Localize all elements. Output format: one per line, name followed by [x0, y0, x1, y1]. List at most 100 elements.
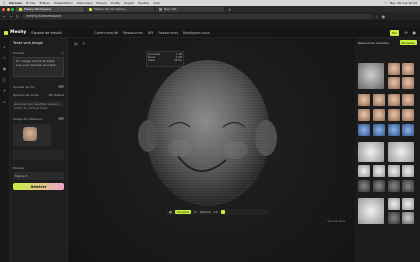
menu-item-historique[interactable]: Historique	[77, 1, 92, 5]
asset-thumb-object[interactable]	[402, 180, 414, 192]
workspace-selector[interactable]: Espace de travail	[31, 31, 89, 35]
menu-item-fichier[interactable]: Fichier	[26, 1, 36, 5]
asset-thumb-blue[interactable]	[402, 124, 414, 136]
texture-mode-button[interactable]: Texture	[200, 210, 211, 214]
app-header: Meshy Espace de travail Communauté Resso…	[0, 28, 420, 38]
ai-toggle[interactable]	[58, 85, 64, 88]
browser-tab-gallery[interactable]: Meshy 3D Art Gallery	[86, 6, 154, 12]
baby-face-model	[138, 60, 277, 206]
asset-thumb-face[interactable]	[358, 94, 370, 106]
asset-thumb-object[interactable]	[388, 180, 400, 192]
asset-thumb-blue[interactable]	[373, 124, 385, 136]
reference-toggle[interactable]	[58, 117, 64, 120]
animate-icon[interactable]: ✦	[3, 88, 6, 93]
text-to-3d-icon[interactable]: ◇	[3, 55, 6, 60]
asset-thumb-object[interactable]	[388, 198, 400, 210]
3d-viewport[interactable]: ▤ ☼ Sommets1,3M Faces2,6M Taille48 Mo	[68, 38, 355, 262]
apply-button[interactable]	[220, 210, 225, 214]
grid-icon[interactable]: ▦	[169, 210, 172, 214]
asset-thumb-face[interactable]	[388, 94, 400, 106]
texture-icon[interactable]: ◫	[3, 77, 7, 82]
wifi-icon[interactable]: ◠	[384, 1, 387, 5]
image-icon[interactable]: ▣	[3, 66, 7, 71]
asset-thumb-face[interactable]	[388, 109, 400, 121]
nav-api[interactable]: API	[148, 31, 154, 35]
asset-thumb-object[interactable]	[402, 198, 414, 210]
asset-thumb-face[interactable]	[402, 94, 414, 106]
menu-item-onglet[interactable]: Onglet	[124, 1, 134, 5]
plan-badge[interactable]: Pro	[390, 29, 399, 36]
asset-thumb-face[interactable]	[402, 63, 414, 75]
reference-image-slot[interactable]	[13, 124, 51, 146]
model-select[interactable]: Meshy-5	[13, 172, 64, 180]
user-avatar[interactable]: ●	[413, 30, 417, 35]
asset-thumb-face[interactable]	[388, 77, 400, 89]
bookmark-star-icon[interactable]: ☆	[375, 14, 379, 19]
tab-label: Meshy Workspace	[24, 7, 52, 11]
minimize-window-button[interactable]	[6, 7, 10, 11]
sculpt-mode-button[interactable]: Sculpter	[174, 210, 192, 214]
menu-app-name[interactable]: Chrome	[9, 1, 22, 5]
meshy-logo-icon	[4, 30, 8, 35]
browser-tab-meshy-workspace[interactable]: Meshy Workspace	[16, 6, 84, 12]
asset-thumb-object[interactable]	[402, 165, 414, 177]
asset-thumb-blue[interactable]	[388, 124, 400, 136]
nav-join[interactable]: Rejoignez-nous	[183, 31, 210, 35]
asset-thumb-object[interactable]	[358, 180, 370, 192]
generate-button[interactable]: Générer	[13, 183, 64, 190]
bell-icon[interactable]: ◔	[404, 30, 408, 35]
asset-thumb-object[interactable]	[358, 165, 370, 177]
new-asset-button[interactable]: Nouveau	[399, 40, 417, 45]
asset-thumb-blue[interactable]	[358, 124, 370, 136]
zoom-window-button[interactable]	[11, 7, 14, 11]
close-window-button[interactable]	[2, 7, 5, 11]
asset-thumb-object[interactable]	[358, 142, 384, 162]
add-reference-dropzone[interactable]	[13, 150, 64, 160]
prompt-label-row: Prompt ⓘ	[13, 51, 64, 55]
asset-thumb-face[interactable]	[358, 109, 370, 121]
home-icon[interactable]: ⌂	[3, 44, 6, 49]
asset-thumb-object[interactable]	[402, 212, 414, 224]
apple-icon[interactable]: 	[3, 1, 5, 5]
asset-thumb-face[interactable]	[373, 109, 385, 121]
menu-item-profils[interactable]: Profils	[111, 1, 120, 5]
prompt-input[interactable]: Un visage animé de bébé, aux yeux fermés…	[13, 57, 64, 77]
asset-thumb-object[interactable]	[358, 198, 384, 224]
new-tab-button[interactable]: +	[226, 7, 233, 12]
hint-note: Générez des résultats variés à partir de…	[13, 101, 64, 110]
menu-item-presentation[interactable]: Présentation	[54, 1, 73, 5]
ai-option-label: Ajoutez de l'IA	[13, 85, 35, 89]
info-icon[interactable]: ⓘ	[61, 51, 64, 55]
profile-avatar[interactable]: ●	[382, 14, 386, 19]
browser-tab-new[interactable]: New Tab	[156, 6, 224, 12]
output-options-select[interactable]: Par défaut	[49, 93, 64, 97]
asset-thumb-face[interactable]	[373, 94, 385, 106]
asset-thumb-face[interactable]	[402, 77, 414, 89]
meshy-logo[interactable]: Meshy	[4, 30, 26, 35]
menu-item-edition[interactable]: Édition	[40, 1, 50, 5]
asset-thumb-face[interactable]	[388, 63, 400, 75]
folder-icon[interactable]: ▭	[3, 99, 7, 104]
ai-option-row: Ajoutez de l'IA	[13, 85, 64, 89]
asset-thumb-object[interactable]	[388, 142, 414, 162]
address-bar[interactable]: meshy.ai/workspace	[22, 13, 373, 19]
browser-toolbar: ← → ↻ meshy.ai/workspace ☆ ●	[0, 12, 420, 20]
nav-community[interactable]: Communauté	[94, 31, 118, 35]
nav-assets[interactable]: Ressources	[123, 31, 143, 35]
forward-arrow-icon[interactable]: →	[9, 14, 12, 19]
menu-item-aide[interactable]: Aide	[153, 1, 160, 5]
asset-thumb-object[interactable]	[388, 212, 400, 224]
reload-icon[interactable]: ↻	[16, 14, 19, 19]
asset-thumb-object[interactable]	[388, 165, 400, 177]
menu-item-favoris[interactable]: Favoris	[96, 1, 107, 5]
asset-thumb-baby-head[interactable]	[358, 63, 384, 89]
asset-thumb-object[interactable]	[373, 180, 385, 192]
asset-thumb-object[interactable]	[373, 165, 385, 177]
asset-thumb-face[interactable]	[402, 109, 414, 121]
rotate-icon[interactable]: ⟳	[194, 210, 197, 214]
view-hint: Vue de face	[327, 219, 345, 223]
back-arrow-icon[interactable]: ←	[3, 14, 6, 19]
menu-item-fenetre[interactable]: Fenêtre	[138, 1, 149, 5]
left-cheek	[168, 139, 192, 157]
nav-resources[interactable]: Ressources	[158, 31, 178, 35]
